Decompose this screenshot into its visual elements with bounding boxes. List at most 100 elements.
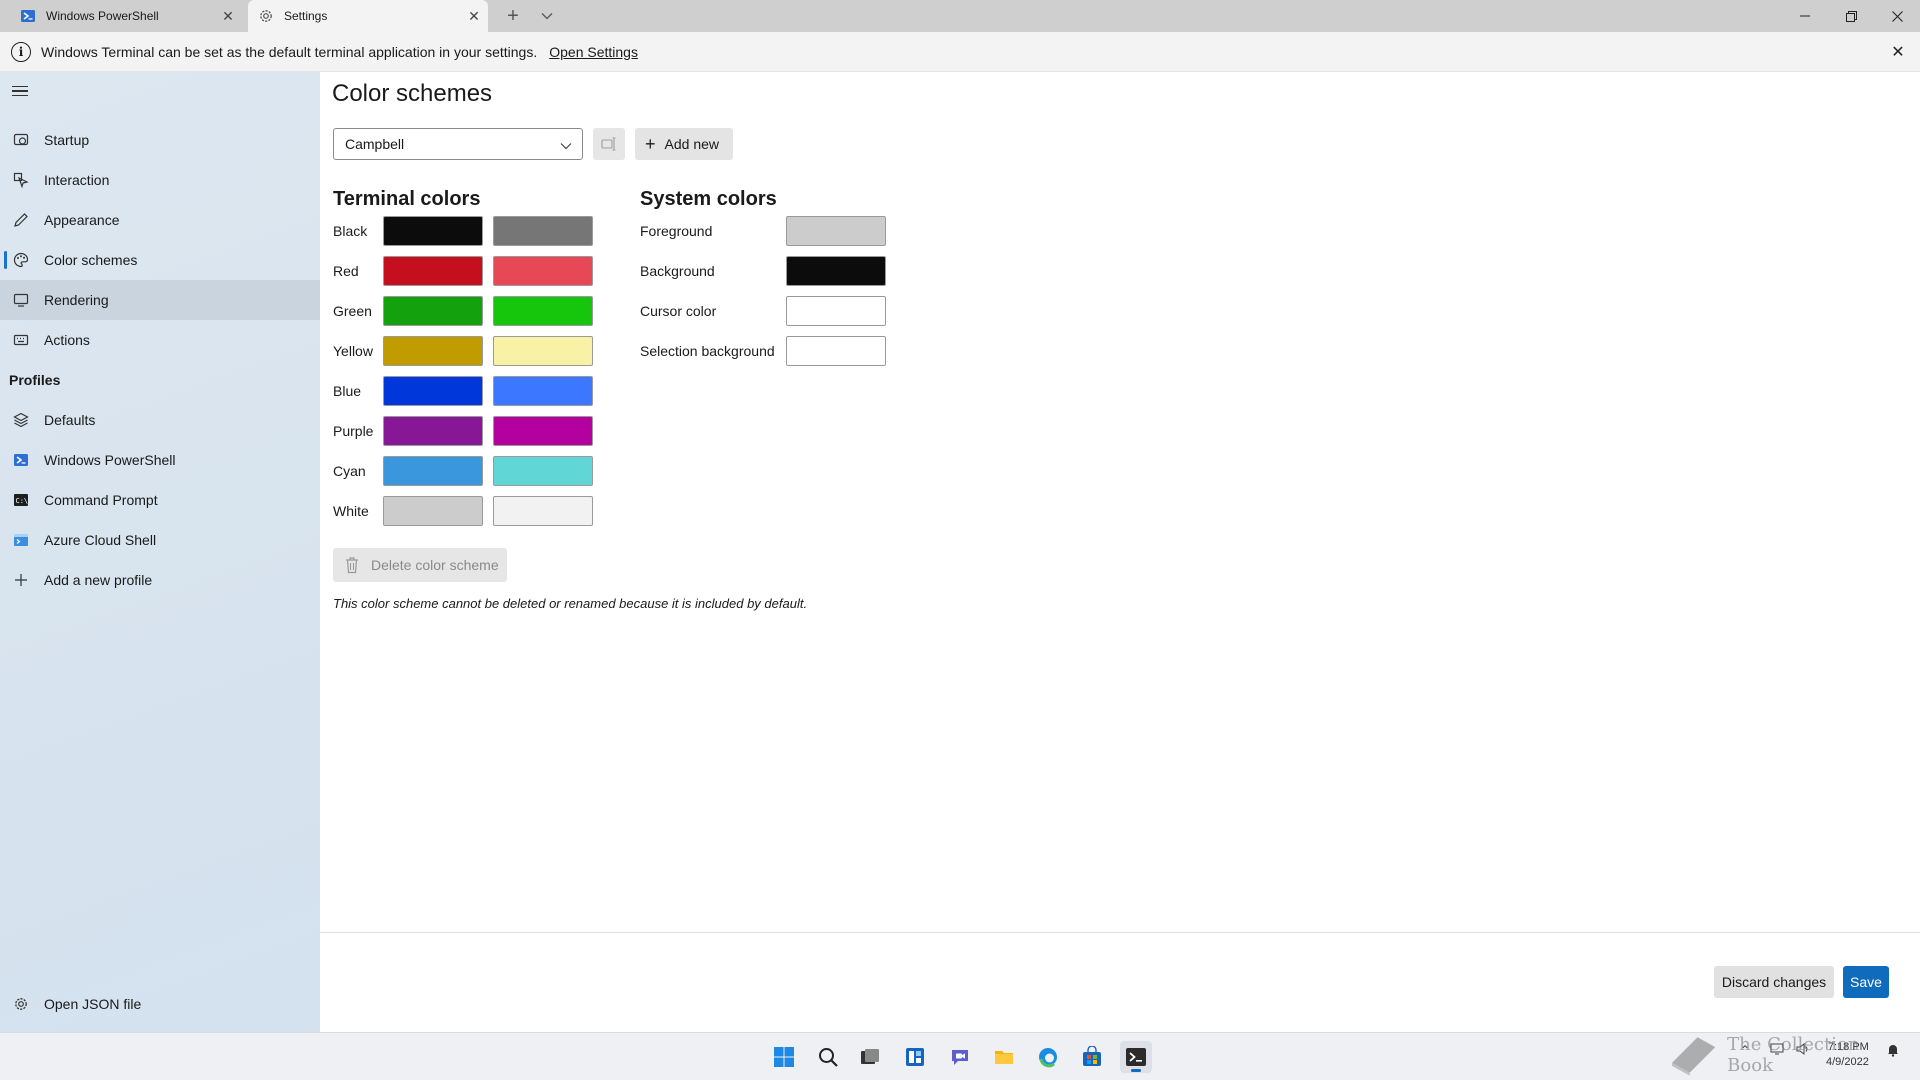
selected-scheme: Campbell <box>345 136 405 152</box>
sidebar-item-color-schemes[interactable]: Color schemes <box>4 240 320 280</box>
info-message: Windows Terminal can be set as the defau… <box>41 43 538 60</box>
widgets-icon[interactable] <box>899 1041 931 1073</box>
color-swatch-bright[interactable] <box>493 456 593 486</box>
keyboard-icon <box>12 331 30 349</box>
add-new-label: Add new <box>664 136 719 152</box>
color-swatch-bright[interactable] <box>493 376 593 406</box>
sidebar-item-windows-powershell[interactable]: Windows PowerShell <box>4 440 320 480</box>
hamburger-menu-icon[interactable] <box>12 82 30 100</box>
color-swatch-normal[interactable] <box>383 256 483 286</box>
tab-settings[interactable]: Settings ✕ <box>248 0 488 32</box>
discard-changes-button[interactable]: Discard changes <box>1714 966 1834 998</box>
rename-scheme-button[interactable] <box>593 128 625 160</box>
color-swatch-normal[interactable] <box>383 376 483 406</box>
close-window-button[interactable] <box>1874 0 1920 32</box>
page-title: Color schemes <box>332 80 493 107</box>
tab-close-icon[interactable]: ✕ <box>214 8 242 25</box>
sidebar-item-startup[interactable]: Startup <box>4 120 320 160</box>
sidebar-item-label: Startup <box>44 132 90 148</box>
add-new-scheme-button[interactable]: + Add new <box>635 128 733 160</box>
tab-dropdown-button[interactable] <box>534 0 560 32</box>
terminal-color-row: Black <box>333 215 593 247</box>
tab-close-icon[interactable]: ✕ <box>460 8 488 25</box>
store-icon[interactable] <box>1076 1041 1108 1073</box>
rename-icon <box>601 137 616 151</box>
color-label: Cursor color <box>640 303 717 319</box>
delete-label: Delete color scheme <box>371 557 499 573</box>
start-icon[interactable] <box>768 1041 800 1073</box>
color-swatch[interactable] <box>786 336 886 366</box>
sidebar-item-label: Interaction <box>44 172 110 188</box>
sidebar-item-label: Defaults <box>44 412 96 428</box>
sidebar-item-interaction[interactable]: Interaction <box>4 160 320 200</box>
color-swatch[interactable] <box>786 216 886 246</box>
sidebar-item-label: Command Prompt <box>44 492 158 508</box>
book-logo-icon <box>1671 1037 1716 1076</box>
restore-button[interactable] <box>1828 0 1874 32</box>
color-scheme-dropdown[interactable]: Campbell <box>333 128 583 160</box>
color-swatch-bright[interactable] <box>493 496 593 526</box>
taskbar: ⌃ 7:18 PM 4/9/2022 <box>0 1032 1920 1080</box>
powershell-icon <box>12 451 30 469</box>
sidebar-item-actions[interactable]: Actions <box>4 320 320 360</box>
sidebar-item-rendering[interactable]: Rendering <box>0 280 320 320</box>
color-swatch-bright[interactable] <box>493 296 593 326</box>
sidebar-item-command-prompt[interactable]: C:\ Command Prompt <box>4 480 320 520</box>
task-view-icon[interactable] <box>854 1041 886 1073</box>
system-colors-title: System colors <box>640 188 777 210</box>
info-icon: i <box>11 41 31 62</box>
watermark-text: The Collection Book <box>1727 1034 1860 1076</box>
minimize-button[interactable] <box>1782 0 1828 32</box>
color-label: Background <box>640 263 715 279</box>
profiles-header: Profiles <box>9 372 61 388</box>
tab-label: Settings <box>284 9 328 23</box>
file-explorer-icon[interactable] <box>988 1041 1020 1073</box>
powershell-icon <box>20 8 36 24</box>
plus-icon <box>12 571 30 589</box>
new-tab-button[interactable]: + <box>500 0 526 32</box>
sidebar-item-azure-cloud-shell[interactable]: Azure Cloud Shell <box>4 520 320 560</box>
sidebar-item-add-profile[interactable]: Add a new profile <box>4 560 320 600</box>
gear-icon <box>12 995 30 1013</box>
color-swatch-normal[interactable] <box>383 496 483 526</box>
footer-bar: Discard changes Save <box>320 932 1920 1032</box>
color-label: Cyan <box>333 463 366 479</box>
sidebar-item-appearance[interactable]: Appearance <box>4 200 320 240</box>
color-swatch-bright[interactable] <box>493 256 593 286</box>
color-swatch-normal[interactable] <box>383 296 483 326</box>
color-swatch-bright[interactable] <box>493 216 593 246</box>
open-json-file-button[interactable]: Open JSON file <box>4 984 320 1024</box>
close-icon[interactable]: ✕ <box>1888 42 1908 62</box>
color-swatch-normal[interactable] <box>383 416 483 446</box>
sidebar-item-label: Add a new profile <box>44 572 153 588</box>
color-label: Foreground <box>640 223 713 239</box>
color-swatch-bright[interactable] <box>493 416 593 446</box>
cmd-icon: C:\ <box>12 491 30 509</box>
open-settings-link[interactable]: Open Settings <box>549 44 638 60</box>
color-swatch-normal[interactable] <box>383 216 483 246</box>
sidebar-item-defaults[interactable]: Defaults <box>4 400 320 440</box>
color-label: Green <box>333 303 372 319</box>
save-button[interactable]: Save <box>1843 966 1889 998</box>
color-swatch[interactable] <box>786 296 886 326</box>
delete-color-scheme-button[interactable]: Delete color scheme <box>333 548 507 582</box>
windows-terminal-icon[interactable] <box>1120 1041 1152 1073</box>
chevron-down-icon <box>560 137 572 153</box>
palette-icon <box>12 251 30 269</box>
sidebar-item-label: Rendering <box>44 292 109 308</box>
color-swatch[interactable] <box>786 256 886 286</box>
terminal-color-row: Cyan <box>333 455 593 487</box>
main-content: Color schemes Campbell + Add new Termina… <box>320 72 1920 1032</box>
color-label: White <box>333 503 369 519</box>
color-swatch-normal[interactable] <box>383 336 483 366</box>
watermark: The Collection Book <box>1668 1030 1908 1080</box>
search-icon[interactable] <box>812 1041 844 1073</box>
edge-icon[interactable] <box>1032 1041 1064 1073</box>
layers-icon <box>12 411 30 429</box>
terminal-color-row: Blue <box>333 375 593 407</box>
color-swatch-bright[interactable] <box>493 336 593 366</box>
teams-chat-icon[interactable] <box>944 1041 976 1073</box>
tab-windows-powershell[interactable]: Windows PowerShell ✕ <box>10 0 242 32</box>
sidebar-item-label: Windows PowerShell <box>44 452 176 468</box>
color-swatch-normal[interactable] <box>383 456 483 486</box>
